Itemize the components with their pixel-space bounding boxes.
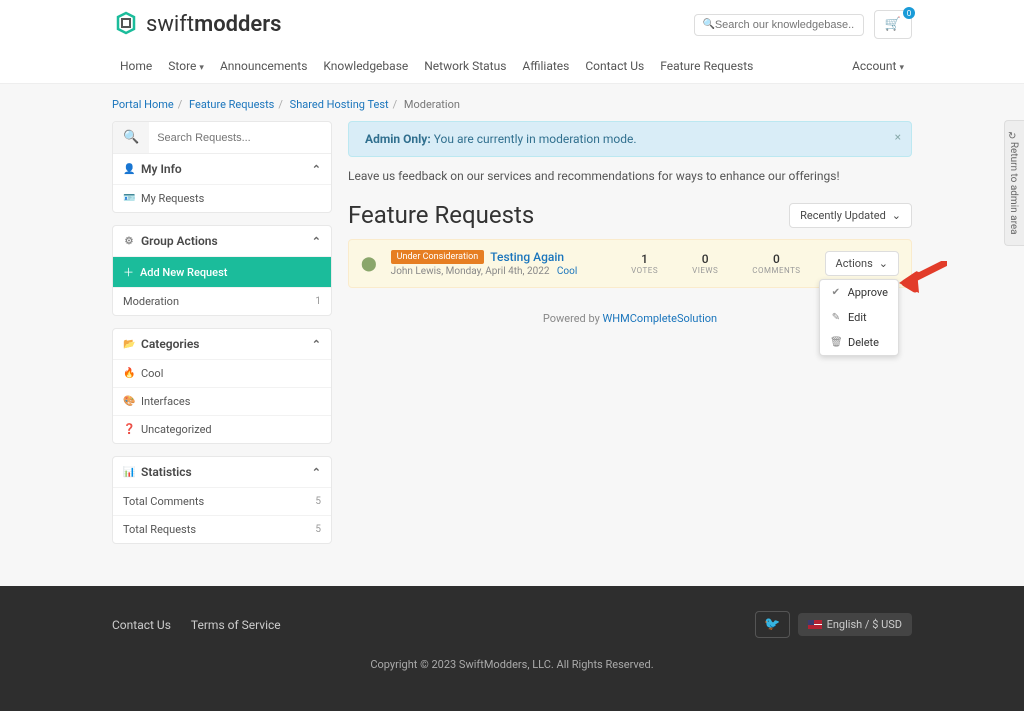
actions-button[interactable]: Actions ⌄ (825, 251, 899, 276)
sidebar-stat-comments: Total Comments 5 (113, 487, 331, 515)
logo-icon (112, 11, 140, 39)
copyright: Copyright © 2023 SwiftModders, LLC. All … (0, 658, 1024, 671)
action-delete[interactable]: 🗑Delete (820, 330, 898, 355)
action-approve[interactable]: ✔Approve (820, 280, 898, 305)
request-row: ⬤ Under Consideration Testing Again John… (348, 239, 912, 288)
trash-icon: 🗑 (830, 337, 842, 348)
chevron-up-icon (312, 337, 321, 351)
stat-views: 0 VIEWS (682, 252, 728, 275)
nav-knowledgebase[interactable]: Knowledgebase (315, 49, 416, 83)
breadcrumb-portal-home[interactable]: Portal Home (112, 98, 174, 111)
request-category-link[interactable]: Cool (557, 266, 577, 277)
request-title-link[interactable]: Testing Again (490, 250, 564, 264)
actions-menu: ✔Approve ✎Edit 🗑Delete (819, 279, 899, 356)
sidebar-categories-header[interactable]: 📂Categories (113, 329, 331, 359)
sidebar-cat-uncategorized[interactable]: ❓Uncategorized (113, 415, 331, 443)
search-icon: 🔍 (703, 19, 715, 30)
nav-affiliates[interactable]: Affiliates (514, 49, 577, 83)
nav-network-status[interactable]: Network Status (416, 49, 514, 83)
user-icon: 👤 (123, 164, 135, 175)
request-author: John Lewis, Monday, April 4th, 2022 (391, 266, 550, 277)
sidebar-group-actions-header[interactable]: ⚙Group Actions (113, 226, 331, 256)
footer-tos[interactable]: Terms of Service (191, 618, 281, 632)
fire-icon: 🔥 (123, 368, 135, 379)
cart-badge: 0 (903, 7, 915, 19)
chevron-up-icon (312, 234, 321, 248)
cart-button[interactable]: 🛒 0 (874, 10, 912, 39)
alert-text: You are currently in moderation mode. (434, 132, 637, 146)
page-title: Feature Requests (348, 201, 534, 229)
vote-icon[interactable]: ⬤ (361, 256, 377, 272)
stat-votes: 1 VOTES (621, 252, 668, 275)
us-flag-icon (808, 620, 822, 629)
gear-icon: ⚙ (123, 236, 135, 247)
admin-alert: Admin Only: You are currently in moderat… (348, 121, 912, 157)
cart-icon: 🛒 (885, 17, 901, 32)
chart-icon: 📊 (123, 467, 135, 478)
sidebar-stat-requests: Total Requests 5 (113, 515, 331, 543)
nav-store[interactable]: Store (160, 49, 212, 83)
chevron-up-icon (312, 162, 321, 176)
sidebar-my-info-header[interactable]: 👤My Info (113, 154, 331, 184)
breadcrumb-feature-requests[interactable]: Feature Requests (189, 98, 274, 111)
header-search-input[interactable] (715, 19, 855, 31)
header-search[interactable]: 🔍 (694, 14, 864, 36)
nav-home[interactable]: Home (112, 49, 160, 83)
breadcrumb: Portal Home/ Feature Requests/ Shared Ho… (112, 94, 912, 121)
intro-text: Leave us feedback on our services and re… (348, 169, 912, 183)
action-edit[interactable]: ✎Edit (820, 305, 898, 330)
nav-contact-us[interactable]: Contact Us (577, 49, 652, 83)
twitter-icon: 🐦 (764, 617, 780, 632)
folder-icon: 📂 (123, 339, 135, 350)
sort-dropdown[interactable]: Recently Updated ⌄ (789, 203, 912, 228)
annotation-arrow (897, 261, 947, 301)
sidebar-statistics-header[interactable]: 📊Statistics (113, 457, 331, 487)
plus-icon: ＋ (123, 264, 134, 280)
check-icon: ✔ (830, 287, 842, 298)
sidebar-add-new-request[interactable]: ＋Add New Request (113, 256, 331, 287)
search-icon: 🔍 (113, 122, 149, 153)
sidebar-cat-cool[interactable]: 🔥Cool (113, 359, 331, 387)
footer-contact-us[interactable]: Contact Us (112, 618, 171, 632)
edit-icon: ✎ (830, 312, 842, 323)
brand-part1: swift (146, 12, 194, 37)
brand-part2: modders (194, 12, 281, 37)
stat-comments: 0 COMMENTS (742, 252, 810, 275)
breadcrumb-shared-hosting-test[interactable]: Shared Hosting Test (290, 98, 389, 111)
palette-icon: 🎨 (123, 396, 135, 407)
question-icon: ❓ (123, 424, 135, 435)
nav-account[interactable]: Account (844, 49, 912, 83)
brand-logo[interactable]: swiftmodders (112, 11, 282, 39)
powered-link[interactable]: WHMCompleteSolution (603, 312, 718, 325)
nav-feature-requests[interactable]: Feature Requests (652, 49, 761, 83)
nav-announcements[interactable]: Announcements (212, 49, 315, 83)
chevron-up-icon (312, 465, 321, 479)
locale-button[interactable]: English / $ USD (798, 613, 912, 636)
status-badge: Under Consideration (391, 250, 485, 264)
breadcrumb-current: Moderation (404, 98, 460, 111)
sidebar-moderation[interactable]: Moderation 1 (113, 287, 331, 315)
card-icon: 🪪 (123, 193, 135, 204)
twitter-button[interactable]: 🐦 (755, 611, 789, 638)
chevron-down-icon: ⌄ (892, 209, 901, 222)
sidebar-search-input[interactable] (149, 124, 331, 152)
sidebar-cat-interfaces[interactable]: 🎨Interfaces (113, 387, 331, 415)
chevron-down-icon: ⌄ (879, 257, 888, 270)
alert-label: Admin Only: (365, 132, 431, 146)
alert-close-icon[interactable]: × (895, 130, 901, 144)
return-admin-tab[interactable]: Return to admin area (1004, 120, 1024, 246)
sidebar-my-requests[interactable]: 🪪My Requests (113, 184, 331, 212)
